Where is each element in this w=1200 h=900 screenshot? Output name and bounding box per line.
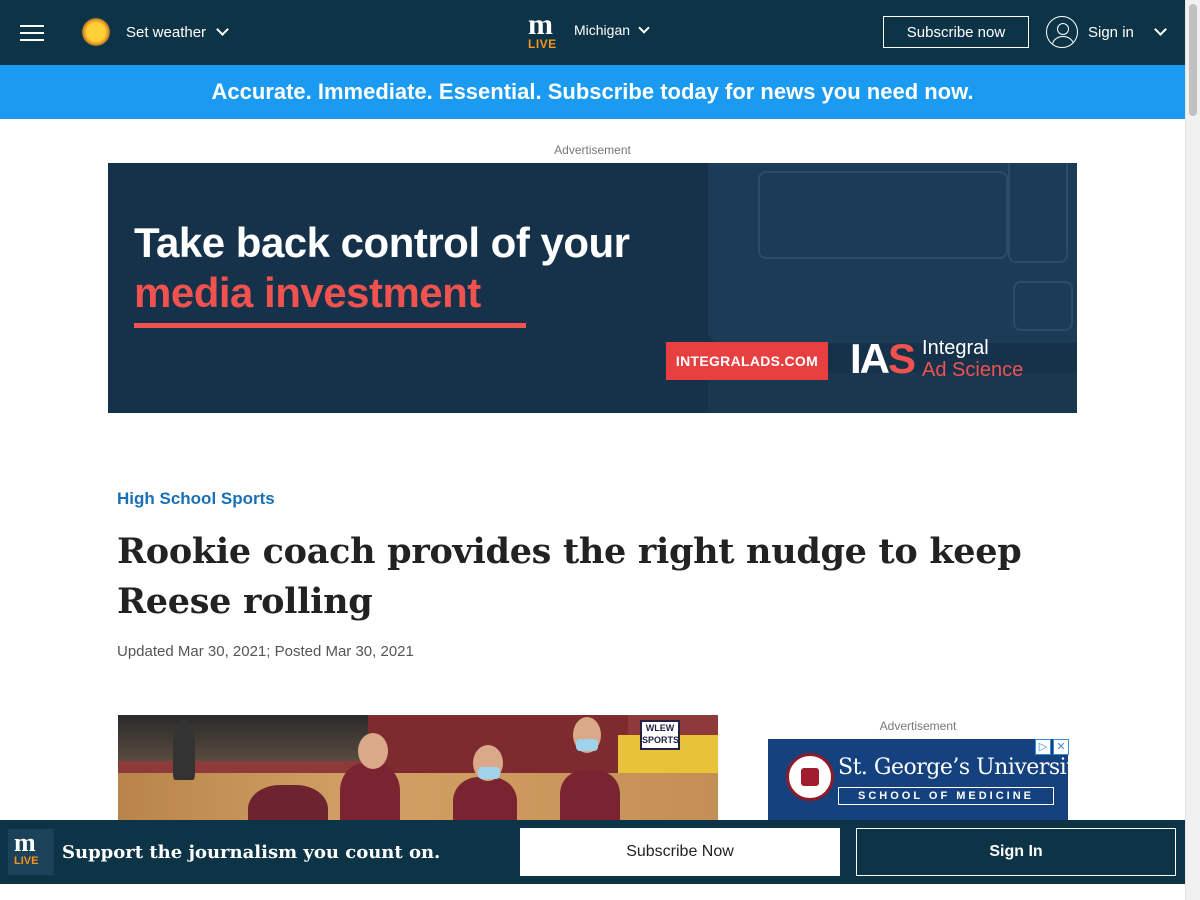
weather-widget[interactable]: Set weather — [82, 16, 229, 48]
ias-mark-ia: IA — [850, 335, 890, 382]
side-ad[interactable]: St. George’s University SCHOOL OF MEDICI… — [768, 739, 1068, 820]
ad-underline — [134, 323, 526, 328]
side-ad-name: St. George’s University — [838, 755, 1068, 780]
ad-cta-button[interactable]: INTEGRALADS.COM — [666, 342, 828, 380]
photo-crowd — [118, 715, 368, 761]
logo-live: LIVE — [528, 37, 557, 51]
subscribe-promo-bar[interactable]: Accurate. Immediate. Essential. Subscrib… — [0, 65, 1185, 119]
ias-word-ad-science: Ad Science — [922, 359, 1024, 381]
adchoices-icon[interactable]: ▷ ✕ — [1035, 739, 1069, 755]
weather-label: Set weather — [126, 23, 207, 41]
photo-face-mask — [576, 739, 598, 751]
article-dateline: Updated Mar 30, 2021; Posted Mar 30, 202… — [117, 643, 414, 660]
photo-player — [453, 777, 517, 825]
sun-icon — [82, 18, 110, 46]
chevron-down-icon — [216, 22, 229, 36]
advertisement-label: Advertisement — [554, 143, 631, 157]
advertisement-label: Advertisement — [879, 719, 957, 733]
scrollbar-thumb[interactable] — [1189, 4, 1197, 116]
article-photo[interactable]: WLEW SPORTS — [118, 715, 718, 825]
ad-device-graphic — [1013, 281, 1073, 331]
ias-wordmark: Integral Ad Science — [922, 337, 1023, 381]
sign-in-label: Sign in — [1088, 23, 1134, 41]
photo-face-mask — [478, 767, 500, 779]
ad-headline-line-1: Take back control of your — [134, 219, 630, 266]
logo-live: LIVE — [14, 855, 39, 867]
region-selector[interactable]: Michigan — [574, 22, 650, 38]
sign-in-button[interactable]: Sign In — [856, 828, 1176, 876]
region-label: Michigan — [574, 22, 631, 38]
photo-sign: WLEW SPORTS — [640, 720, 680, 750]
page: Set weather m LIVE Michigan Subscribe no… — [0, 0, 1200, 900]
mlive-logo: m LIVE — [8, 829, 54, 875]
subscribe-now-button[interactable]: Subscribe Now — [520, 828, 840, 876]
ias-mark: IAS — [850, 335, 916, 382]
ad-keyboard-graphic — [758, 171, 1008, 259]
ad-phone-graphic — [1008, 163, 1068, 263]
support-sticky-bar: m LIVE Support the journalism you count … — [0, 820, 1185, 884]
site-header: Set weather m LIVE Michigan Subscribe no… — [0, 0, 1185, 65]
hamburger-menu-icon[interactable] — [20, 25, 44, 41]
photo-player — [248, 785, 328, 825]
photo-player — [340, 763, 400, 825]
logo-m: m — [14, 828, 36, 857]
chevron-down-icon — [638, 22, 650, 34]
ias-mark-s: S — [888, 335, 916, 382]
ad-close-icon[interactable]: ✕ — [1053, 739, 1069, 755]
article-category-link[interactable]: High School Sports — [117, 489, 275, 509]
mlive-logo[interactable]: m LIVE — [528, 8, 564, 51]
adchoices-play-icon[interactable]: ▷ — [1035, 739, 1051, 755]
photo-player — [560, 770, 620, 825]
support-text: Support the journalism you count on. — [62, 842, 441, 863]
chevron-down-icon — [1154, 23, 1167, 36]
photo-court-floor — [118, 773, 718, 825]
university-seal-icon — [786, 753, 834, 801]
logo-m: m — [528, 8, 553, 41]
ias-logo: IAS Integral Ad Science — [850, 335, 1023, 382]
side-ad-school: SCHOOL OF MEDICINE — [838, 787, 1054, 805]
article-headline: Rookie coach provides the right nudge to… — [117, 531, 1022, 622]
subscribe-button[interactable]: Subscribe now — [883, 16, 1029, 48]
banner-ad[interactable]: Take back control of your media investme… — [108, 163, 1077, 413]
ias-word-integral: Integral — [922, 337, 989, 359]
vertical-scrollbar[interactable] — [1185, 0, 1200, 900]
ad-headline-line-2: media investment — [134, 269, 481, 316]
photo-player-head — [358, 733, 388, 769]
sign-in-menu[interactable]: Sign in — [1046, 16, 1167, 48]
user-icon — [1046, 16, 1078, 48]
photo-referee — [173, 720, 195, 780]
